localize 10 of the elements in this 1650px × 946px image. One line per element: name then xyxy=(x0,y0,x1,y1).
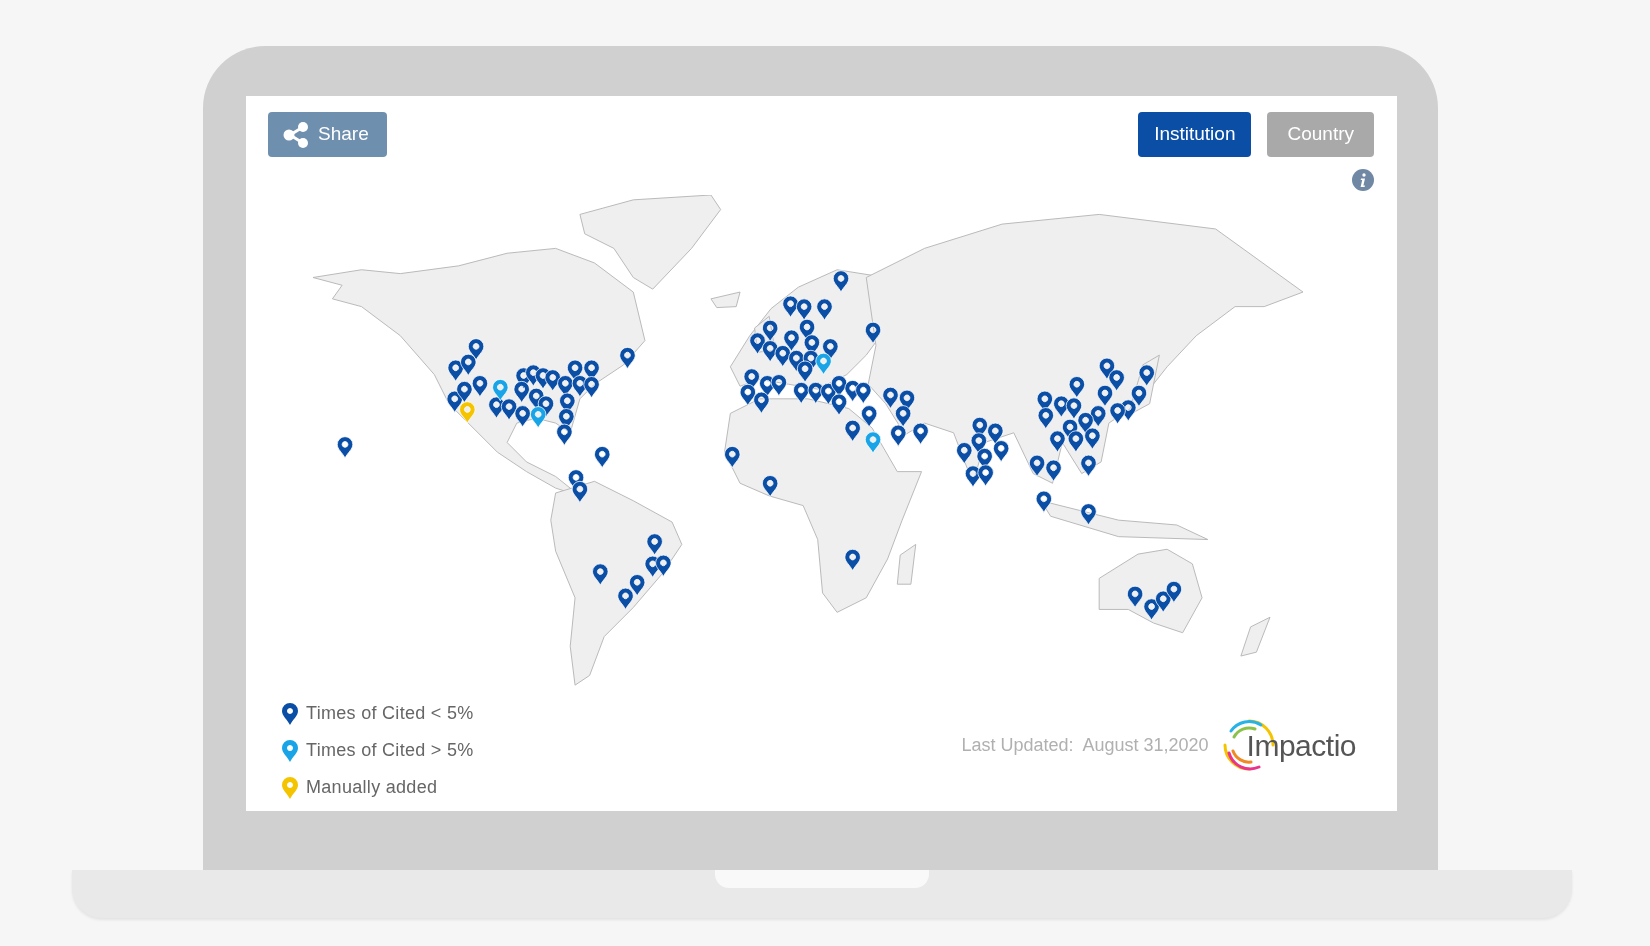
share-icon xyxy=(282,120,310,149)
info-icon[interactable] xyxy=(1352,169,1374,191)
logo-text: Impactio xyxy=(1246,727,1356,764)
legend-label: Times of Cited < 5% xyxy=(306,702,474,725)
share-button[interactable]: Share xyxy=(268,112,387,157)
last-updated-text: Last Updated: August 31,2020 xyxy=(961,733,1209,757)
legend-label: Manually added xyxy=(306,776,438,799)
view-tab[interactable]: Country xyxy=(1267,112,1374,157)
legend-label: Times of Cited > 5% xyxy=(306,739,474,762)
view-tab[interactable]: Institution xyxy=(1138,112,1252,157)
